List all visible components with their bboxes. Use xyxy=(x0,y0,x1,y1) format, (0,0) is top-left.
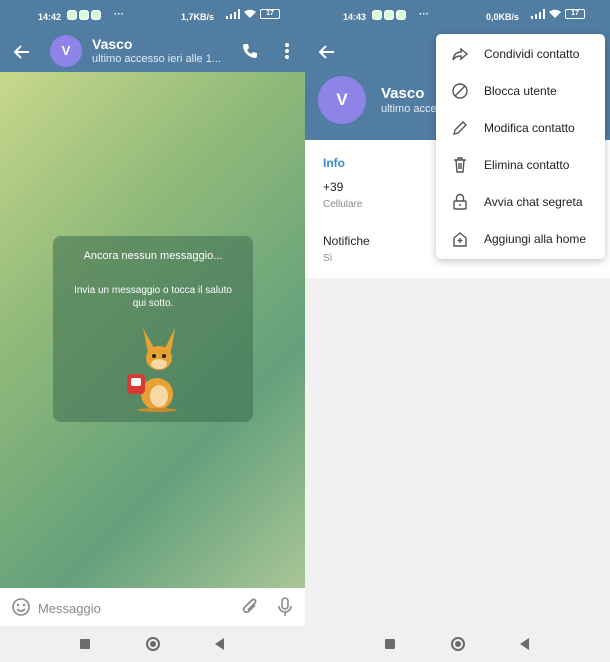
system-icons: 17 xyxy=(226,9,280,19)
status-time: 14:43 xyxy=(343,12,367,22)
app-notification-icon xyxy=(384,10,394,20)
menu-item-block-user[interactable]: Blocca utente xyxy=(436,72,605,109)
menu-item-label: Avvia chat segreta xyxy=(484,195,583,209)
menu-item-label: Aggiungi alla home xyxy=(484,232,587,246)
navigation-bar xyxy=(305,626,610,662)
wifi-icon xyxy=(549,9,561,18)
wifi-icon xyxy=(244,9,256,18)
share-icon xyxy=(452,47,469,61)
play-icon xyxy=(91,10,101,20)
profile-avatar[interactable]: V xyxy=(318,76,366,124)
overflow-menu: Condividi contatto Blocca utente Modific… xyxy=(436,34,605,259)
play-icon xyxy=(396,10,406,20)
menu-item-secret-chat[interactable]: Avvia chat segreta xyxy=(436,183,605,220)
contact-avatar[interactable]: V xyxy=(50,35,82,67)
home-icon[interactable] xyxy=(146,637,160,651)
menu-item-label: Condividi contatto xyxy=(484,47,580,61)
menu-item-edit-contact[interactable]: Modifica contatto xyxy=(436,109,605,146)
status-time: 14:42 xyxy=(38,12,62,22)
kangaroo-sticker[interactable] xyxy=(121,322,187,412)
status-bar: 14:43 ··· 0,0KB/s 17 xyxy=(305,0,610,33)
emoji-icon[interactable] xyxy=(11,597,31,617)
chat-screen: 14:42 ··· 1,7KB/s 17 V Vasco ultimo acce… xyxy=(0,0,305,662)
signal-icon xyxy=(226,9,240,19)
info-section-title: Info xyxy=(323,156,345,170)
menu-item-add-home[interactable]: Aggiungi alla home xyxy=(436,220,605,257)
lock-icon xyxy=(453,193,467,210)
block-icon xyxy=(452,83,468,99)
contact-name[interactable]: Vasco xyxy=(92,36,132,52)
microphone-icon[interactable] xyxy=(276,596,294,618)
trash-icon xyxy=(454,157,466,173)
menu-item-share-contact[interactable]: Condividi contatto xyxy=(436,35,605,72)
empty-chat-hint: Invia un messaggio o tocca il saluto qui… xyxy=(74,285,232,309)
add-home-icon xyxy=(453,232,467,247)
empty-chat-card: Ancora nessun messaggio... Invia un mess… xyxy=(53,236,253,422)
phone-label: Cellulare xyxy=(323,199,363,210)
status-bar: 14:42 ··· 1,7KB/s 17 xyxy=(0,0,305,33)
recent-apps-icon[interactable] xyxy=(80,639,90,649)
menu-item-label: Elimina contatto xyxy=(484,158,570,172)
attach-icon[interactable] xyxy=(240,596,260,618)
home-icon[interactable] xyxy=(451,637,465,651)
notification-icons xyxy=(67,10,101,20)
notification-icons xyxy=(372,10,406,20)
last-seen-status: ultimo accesso ieri alle 1... xyxy=(92,53,221,65)
system-icons: 17 xyxy=(531,9,585,19)
message-input[interactable] xyxy=(38,598,228,618)
whatsapp-icon xyxy=(67,10,77,20)
more-options-icon[interactable] xyxy=(280,41,294,61)
back-arrow-icon[interactable] xyxy=(11,41,33,63)
more-notifications-icon: ··· xyxy=(419,9,429,20)
chat-header: V Vasco ultimo accesso ieri alle 1... xyxy=(0,33,305,72)
more-notifications-icon: ··· xyxy=(114,9,124,20)
pencil-icon xyxy=(453,121,467,135)
phone-number[interactable]: +39 xyxy=(323,180,343,194)
menu-item-delete-contact[interactable]: Elimina contatto xyxy=(436,146,605,183)
network-speed: 1,7KB/s xyxy=(181,12,215,22)
profile-name: Vasco xyxy=(381,85,425,102)
battery-indicator: 17 xyxy=(565,9,585,19)
message-composer xyxy=(0,588,305,626)
app-notification-icon xyxy=(79,10,89,20)
whatsapp-icon xyxy=(372,10,382,20)
chat-background: Ancora nessun messaggio... Invia un mess… xyxy=(0,72,305,588)
nav-back-icon[interactable] xyxy=(520,638,529,650)
notifications-setting[interactable]: Notifiche xyxy=(323,234,370,248)
menu-item-label: Blocca utente xyxy=(484,84,557,98)
recent-apps-icon[interactable] xyxy=(385,639,395,649)
battery-indicator: 17 xyxy=(260,9,280,19)
empty-chat-title: Ancora nessun messaggio... xyxy=(83,250,223,262)
network-speed: 0,0KB/s xyxy=(486,12,520,22)
profile-screen: 14:43 ··· 0,0KB/s 17 V Vasco ultimo acce… xyxy=(305,0,610,662)
back-arrow-icon[interactable] xyxy=(316,41,338,63)
phone-call-icon[interactable] xyxy=(240,41,260,61)
menu-item-label: Modifica contatto xyxy=(484,121,575,135)
navigation-bar xyxy=(0,626,305,662)
signal-icon xyxy=(531,9,545,19)
nav-back-icon[interactable] xyxy=(215,638,224,650)
notifications-value: Sì xyxy=(323,253,333,264)
